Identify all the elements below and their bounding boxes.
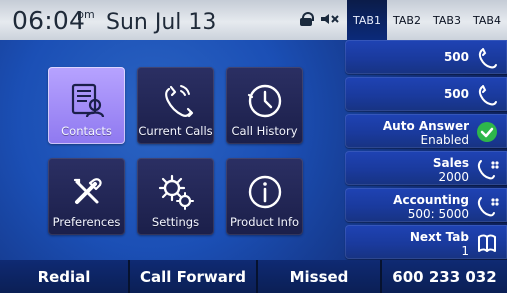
line-key-label: 500	[443, 87, 469, 101]
tile-contacts[interactable]: Contacts	[48, 67, 125, 144]
phone-dots-icon	[475, 157, 499, 181]
call-history-icon	[243, 79, 287, 123]
clock-time: 06:04	[12, 6, 86, 35]
softkey-call-forward[interactable]: Call Forward	[130, 260, 258, 293]
line-key-subtitle: 1	[461, 244, 469, 258]
home-screen: Contacts Current Calls Call History Pref…	[0, 40, 507, 260]
tile-label: Call History	[231, 124, 298, 138]
line-key-subtitle: 2000	[438, 170, 469, 184]
clock-date: Sun Jul 13	[106, 10, 217, 35]
tab-2[interactable]: TAB2	[387, 0, 427, 40]
check-icon	[475, 120, 499, 144]
current-calls-icon	[154, 79, 198, 123]
lock-icon	[300, 12, 314, 26]
tab-1[interactable]: TAB1	[347, 0, 387, 40]
tile-product-info[interactable]: Product Info	[226, 158, 303, 235]
book-icon	[475, 231, 499, 255]
tile-label: Current Calls	[138, 124, 213, 138]
phone-icon	[475, 46, 499, 70]
line-key-label: 500	[443, 50, 469, 64]
phone-screen: 06:04 pm Sun Jul 13 TAB1 TAB2 TAB3 TAB4	[0, 0, 507, 293]
line-key-next-tab[interactable]: Next Tab 1	[345, 225, 507, 259]
contacts-icon	[65, 79, 109, 123]
tab-bar: TAB1 TAB2 TAB3 TAB4	[347, 0, 507, 40]
line-key-title: Auto Answer	[382, 119, 469, 133]
tile-preferences[interactable]: Preferences	[48, 158, 125, 235]
preferences-icon	[65, 170, 109, 214]
tile-call-history[interactable]: Call History	[226, 67, 303, 144]
line-key-1[interactable]: 500	[345, 40, 507, 74]
line-key-auto-answer[interactable]: Auto Answer Enabled	[345, 114, 507, 148]
line-key-title: Sales	[432, 156, 469, 170]
settings-icon	[154, 170, 198, 214]
line-key-title: Next Tab	[409, 230, 469, 244]
softkey-bar: Redial Call Forward Missed 600 233 032	[0, 260, 507, 293]
status-icons	[300, 12, 340, 26]
tile-label: Settings	[151, 215, 200, 229]
softkey-missed[interactable]: Missed	[258, 260, 382, 293]
line-key-2[interactable]: 500	[345, 77, 507, 111]
line-key-subtitle: 500: 5000	[407, 207, 469, 221]
phone-dots-icon	[475, 194, 499, 218]
status-bar: 06:04 pm Sun Jul 13 TAB1 TAB2 TAB3 TAB4	[0, 0, 507, 40]
softkey-redial[interactable]: Redial	[0, 260, 130, 293]
tile-label: Preferences	[52, 215, 121, 229]
phone-icon	[475, 83, 499, 107]
line-key-subtitle: Enabled	[420, 133, 470, 147]
clock-ampm: pm	[77, 8, 95, 21]
line-key-panel: 500 500 Auto Answer Enabled Sales 2000 A…	[345, 40, 507, 260]
line-key-sales[interactable]: Sales 2000	[345, 151, 507, 185]
tab-4[interactable]: TAB4	[467, 0, 507, 40]
line-key-accounting[interactable]: Accounting 500: 5000	[345, 188, 507, 222]
tile-label: Product Info	[229, 215, 300, 229]
mute-icon	[320, 12, 340, 26]
line-key-title: Accounting	[393, 193, 469, 207]
tile-label: Contacts	[61, 124, 112, 138]
softkey-dialed-number[interactable]: 600 233 032	[382, 260, 507, 293]
tab-3[interactable]: TAB3	[427, 0, 467, 40]
tile-settings[interactable]: Settings	[137, 158, 214, 235]
tile-current-calls[interactable]: Current Calls	[137, 67, 214, 144]
info-icon	[243, 170, 287, 214]
